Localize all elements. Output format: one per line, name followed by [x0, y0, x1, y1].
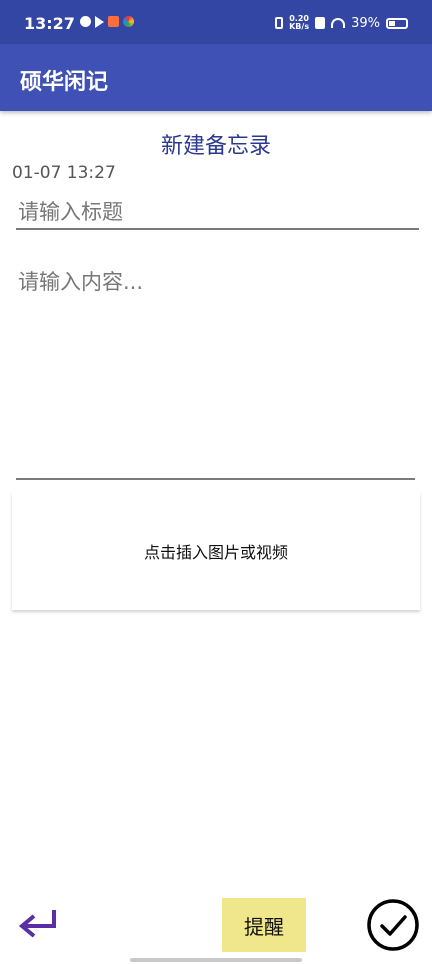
app-bar: 硕华闲记 — [0, 44, 432, 111]
check-circle-icon — [367, 899, 419, 951]
confirm-button[interactable] — [366, 898, 420, 952]
note-timestamp: 01-07 13:27 — [12, 163, 116, 183]
title-input[interactable] — [16, 196, 419, 230]
insert-media-label: 点击插入图片或视频 — [143, 543, 288, 562]
back-button[interactable] — [14, 904, 62, 940]
play-icon — [95, 16, 104, 28]
battery-percent: 39% — [351, 15, 380, 31]
network-speed-unit: KB/s — [289, 22, 310, 31]
app-notification-icon — [108, 16, 119, 27]
remind-button[interactable]: 提醒 — [222, 898, 306, 952]
status-time: 13:27 — [24, 14, 75, 33]
color-wheel-icon — [123, 16, 134, 27]
insert-media-button[interactable]: 点击插入图片或视频 — [12, 492, 420, 610]
return-arrow-icon — [18, 910, 56, 938]
sim-icon — [315, 17, 326, 29]
vibrate-icon — [275, 17, 284, 29]
remind-button-label: 提醒 — [244, 914, 284, 939]
page-title: 新建备忘录 — [160, 134, 271, 159]
home-indicator[interactable] — [130, 958, 302, 962]
notification-icons — [80, 16, 134, 28]
status-bar: 13:27 0.20 KB/s 39% — [0, 0, 432, 44]
content-input[interactable] — [16, 262, 415, 480]
app-title: 硕华闲记 — [20, 70, 109, 95]
network-speed: 0.20 KB/s — [289, 15, 309, 31]
battery-icon — [386, 17, 408, 29]
wifi-icon — [331, 18, 346, 28]
status-indicators: 0.20 KB/s 39% — [275, 15, 408, 31]
sync-icon — [80, 16, 91, 27]
